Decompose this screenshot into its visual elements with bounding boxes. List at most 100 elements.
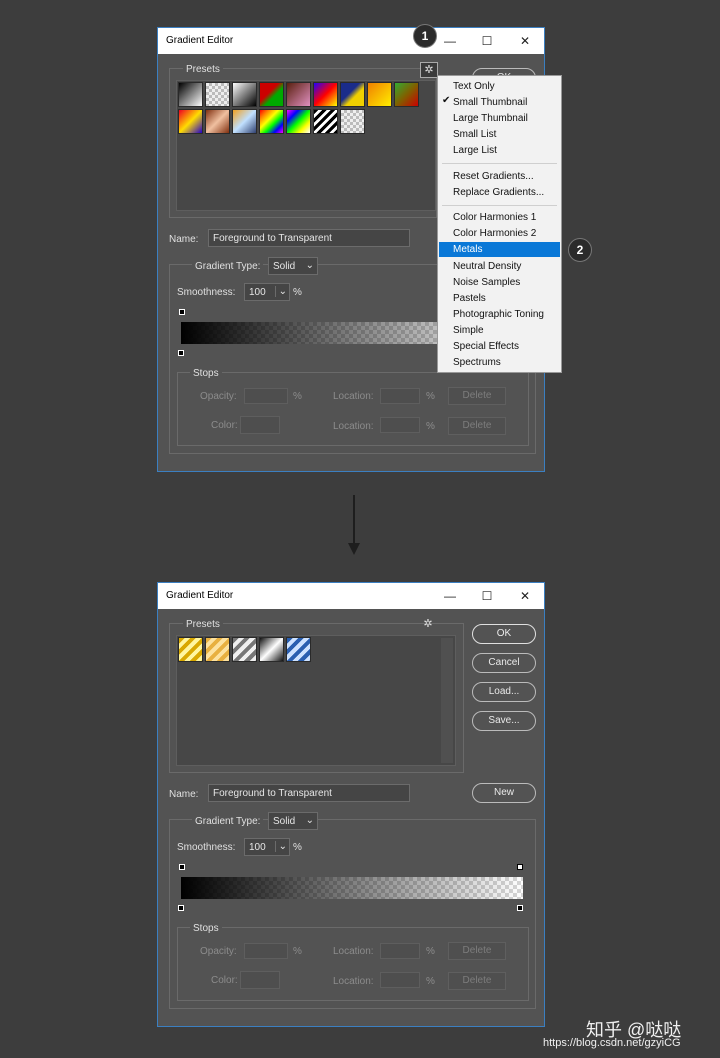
- maximize-button[interactable]: ☐: [477, 587, 497, 605]
- name-label: Name:: [169, 234, 199, 245]
- cancel-button[interactable]: Cancel: [472, 653, 536, 673]
- title-bar[interactable]: Gradient Editor — ☐ ✕: [158, 583, 544, 609]
- menu-item-large-thumbnail[interactable]: Large Thumbnail: [439, 111, 560, 126]
- menu-item-photographic-toning[interactable]: Photographic Toning: [439, 307, 560, 322]
- preset-swatch[interactable]: [205, 82, 230, 107]
- color-label: Color:: [211, 975, 238, 986]
- save-button[interactable]: Save...: [472, 711, 536, 731]
- menu-item-text-only[interactable]: Text Only: [439, 79, 560, 94]
- chevron-down-icon: ⌄: [305, 260, 314, 271]
- opacity-percent: %: [293, 391, 302, 402]
- preset-swatch[interactable]: [394, 82, 419, 107]
- menu-separator: [442, 205, 557, 206]
- gradient-type-select[interactable]: Solid ⌄: [268, 257, 318, 275]
- gear-icon[interactable]: ✲: [420, 617, 436, 631]
- smoothness-value: 100: [249, 287, 266, 298]
- smoothness-field[interactable]: 100 ⌄: [244, 283, 290, 301]
- step-badge-2: 2: [568, 238, 592, 262]
- location-field: [380, 972, 420, 988]
- chevron-down-icon: ⌄: [274, 286, 287, 297]
- location-label: Location:: [333, 976, 374, 987]
- gradient-bar[interactable]: [181, 877, 523, 899]
- preset-scrollbar[interactable]: [441, 638, 453, 763]
- ok-button[interactable]: OK: [472, 624, 536, 644]
- close-button[interactable]: ✕: [515, 32, 535, 50]
- menu-item-small-list[interactable]: Small List: [439, 127, 560, 142]
- preset-swatch[interactable]: [178, 82, 203, 107]
- menu-item-color-harmonies-1[interactable]: Color Harmonies 1: [439, 210, 560, 225]
- location-label: Location:: [333, 391, 374, 402]
- preset-swatch-silver-dark[interactable]: [259, 637, 284, 662]
- menu-item-large-list[interactable]: Large List: [439, 143, 560, 158]
- menu-item-metals[interactable]: Metals: [439, 242, 560, 257]
- location-label: Location:: [333, 946, 374, 957]
- preset-swatch[interactable]: [232, 109, 257, 134]
- minimize-button[interactable]: —: [440, 32, 460, 50]
- color-label: Color:: [211, 420, 238, 431]
- gradient-type-select[interactable]: Solid ⌄: [268, 812, 318, 830]
- gradient-type-label: Gradient Type:: [192, 261, 264, 272]
- preset-swatch[interactable]: [259, 82, 284, 107]
- color-stop-right[interactable]: [517, 905, 523, 911]
- menu-item-reset-gradients[interactable]: Reset Gradients...: [439, 169, 560, 184]
- load-button[interactable]: Load...: [472, 682, 536, 702]
- location-label: Location:: [333, 421, 374, 432]
- preset-swatch-gold-light[interactable]: [205, 637, 230, 662]
- preset-swatch-silver[interactable]: [232, 637, 257, 662]
- menu-item-small-thumbnail[interactable]: Small Thumbnail: [439, 95, 560, 110]
- stops-label: Stops: [190, 368, 222, 379]
- new-button[interactable]: New: [472, 783, 536, 803]
- preset-swatch[interactable]: [340, 109, 365, 134]
- preset-swatch[interactable]: [367, 82, 392, 107]
- delete-button: Delete: [448, 942, 506, 960]
- menu-item-replace-gradients[interactable]: Replace Gradients...: [439, 185, 560, 200]
- preset-swatch[interactable]: [286, 109, 311, 134]
- delete-button: Delete: [448, 972, 506, 990]
- preset-swatch[interactable]: [313, 109, 338, 134]
- preset-swatch[interactable]: [340, 82, 365, 107]
- color-stop[interactable]: [178, 350, 184, 356]
- opacity-stop[interactable]: [179, 309, 185, 315]
- name-field[interactable]: Foreground to Transparent: [208, 229, 410, 247]
- menu-item-special-effects[interactable]: Special Effects: [439, 339, 560, 354]
- menu-item-color-harmonies-2[interactable]: Color Harmonies 2: [439, 226, 560, 241]
- location-percent: %: [426, 946, 435, 957]
- preset-swatch-list[interactable]: [176, 80, 436, 211]
- menu-item-neutral-density[interactable]: Neutral Density: [439, 259, 560, 274]
- preset-swatch[interactable]: [205, 109, 230, 134]
- dialog-title: Gradient Editor: [166, 590, 234, 601]
- preset-swatch[interactable]: [286, 82, 311, 107]
- opacity-stop-left[interactable]: [179, 864, 185, 870]
- minimize-button[interactable]: —: [440, 587, 460, 605]
- close-button[interactable]: ✕: [515, 587, 535, 605]
- chevron-down-icon: ⌄: [274, 841, 287, 852]
- opacity-percent: %: [293, 946, 302, 957]
- preset-swatch-gold[interactable]: [178, 637, 203, 662]
- presets-label: Presets: [183, 64, 223, 75]
- preset-swatch[interactable]: [313, 82, 338, 107]
- gradient-type-value: Solid: [273, 816, 296, 827]
- title-bar[interactable]: Gradient Editor — ☐ ✕: [158, 28, 544, 54]
- smoothness-value: 100: [249, 842, 266, 853]
- gradient-type-value: Solid: [273, 261, 296, 272]
- stops-label: Stops: [190, 923, 222, 934]
- preset-swatch-list[interactable]: [176, 635, 456, 766]
- chevron-down-icon: ⌄: [305, 815, 314, 826]
- smoothness-percent: %: [293, 842, 302, 853]
- menu-item-noise-samples[interactable]: Noise Samples: [439, 275, 560, 290]
- preset-swatch[interactable]: [178, 109, 203, 134]
- menu-item-spectrums[interactable]: Spectrums: [439, 355, 560, 370]
- watermark-url: https://blog.csdn.net/gzyiCG: [543, 1037, 681, 1049]
- name-label: Name:: [169, 789, 199, 800]
- preset-swatch[interactable]: [259, 109, 284, 134]
- opacity-stop-right[interactable]: [517, 864, 523, 870]
- gear-icon[interactable]: ✲: [420, 62, 438, 78]
- smoothness-field[interactable]: 100 ⌄: [244, 838, 290, 856]
- menu-item-simple[interactable]: Simple: [439, 323, 560, 338]
- maximize-button[interactable]: ☐: [477, 32, 497, 50]
- name-field[interactable]: Foreground to Transparent: [208, 784, 410, 802]
- menu-item-pastels[interactable]: Pastels: [439, 291, 560, 306]
- preset-swatch[interactable]: [232, 82, 257, 107]
- color-stop-left[interactable]: [178, 905, 184, 911]
- preset-swatch-blue-steel[interactable]: [286, 637, 311, 662]
